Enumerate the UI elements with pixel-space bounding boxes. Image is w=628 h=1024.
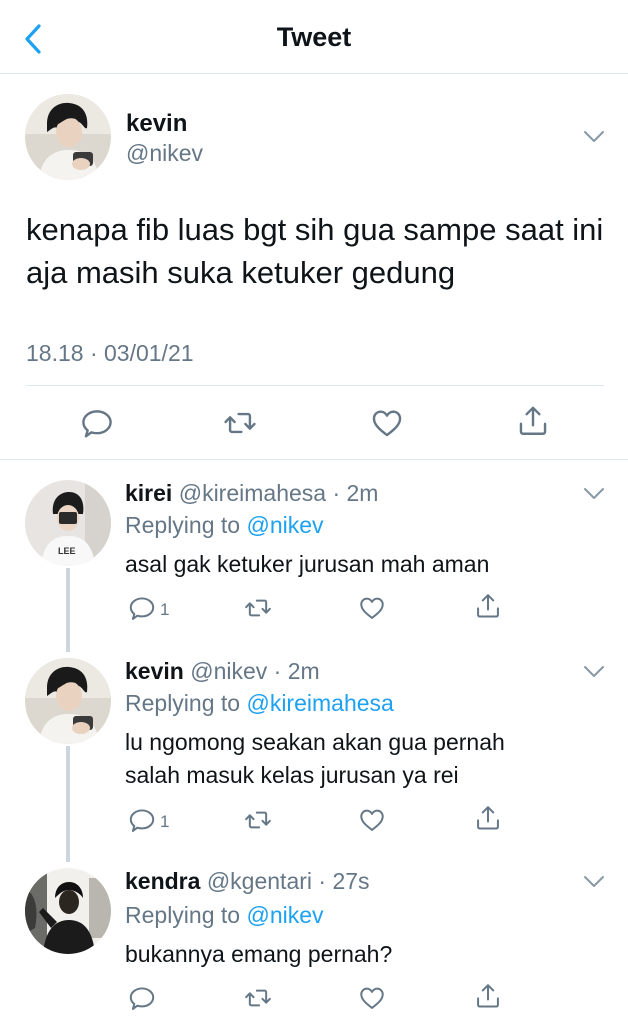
share-button[interactable]	[474, 804, 502, 832]
mention-link[interactable]: @nikev	[246, 512, 323, 538]
retweet-icon	[244, 806, 272, 834]
reply-button[interactable]	[80, 406, 114, 440]
chevron-down-icon	[582, 129, 606, 145]
replying-to-label: Replying to	[125, 690, 241, 716]
reply-count: 1	[160, 812, 170, 831]
replying-to: Replying to @kireimahesa	[125, 690, 394, 717]
author-name[interactable]: kevin	[126, 110, 187, 138]
share-icon	[474, 982, 502, 1010]
author-name[interactable]: kirei	[125, 480, 172, 506]
chevron-down-icon	[582, 664, 606, 680]
reply-icon	[128, 594, 156, 622]
reply-header: kirei @kireimahesa · 2m	[125, 480, 378, 507]
reply-tweet[interactable]: kevin @nikev · 2m Replying to @kireimahe…	[0, 638, 628, 860]
heart-icon	[370, 406, 404, 440]
avatar[interactable]	[25, 94, 111, 180]
retweet-icon	[223, 406, 257, 440]
replying-to: Replying to @nikev	[125, 512, 324, 539]
avatar[interactable]	[25, 658, 111, 744]
chevron-down-icon	[582, 874, 606, 890]
author-handle[interactable]: @kireimahesa · 2m	[179, 480, 379, 506]
retweet-button[interactable]	[244, 806, 272, 834]
reply-header: kendra @kgentari · 27s	[125, 868, 370, 895]
reply-tweet[interactable]: LEE kirei @kireimahesa · 2m Replying to …	[0, 460, 628, 648]
tweet-menu-button[interactable]	[582, 874, 606, 890]
reply-button[interactable]	[128, 984, 156, 1012]
heart-icon	[358, 806, 386, 834]
tweet-menu-button[interactable]	[582, 664, 606, 680]
svg-text:LEE: LEE	[58, 546, 76, 556]
like-button[interactable]	[358, 806, 386, 834]
retweet-button[interactable]	[244, 594, 272, 622]
retweet-icon	[244, 594, 272, 622]
retweet-icon	[244, 984, 272, 1012]
avatar[interactable]	[25, 868, 111, 954]
replying-to: Replying to @nikev	[125, 902, 324, 929]
like-button[interactable]	[358, 984, 386, 1012]
author-name[interactable]: kevin	[125, 658, 184, 684]
divider	[26, 385, 604, 386]
replying-to-label: Replying to	[125, 512, 241, 538]
chevron-down-icon	[582, 486, 606, 502]
like-button[interactable]	[370, 406, 404, 440]
tweet-menu-button[interactable]	[582, 486, 606, 502]
reply-text: bukannya emang pernah?	[125, 941, 393, 967]
share-icon	[474, 804, 502, 832]
share-button[interactable]	[516, 404, 550, 438]
tweet-text: kenapa fib luas bgt sih gua sampe saat i…	[26, 212, 604, 290]
share-icon	[516, 404, 550, 438]
reply-icon	[80, 406, 114, 440]
like-button[interactable]	[358, 594, 386, 622]
reply-icon	[128, 806, 156, 834]
page-title: Tweet	[276, 22, 352, 52]
retweet-button[interactable]	[223, 406, 257, 440]
retweet-button[interactable]	[244, 984, 272, 1012]
reply-text: lu ngomong seakan akan gua pernah salah …	[125, 729, 505, 788]
top-nav-bar: Tweet	[0, 0, 628, 74]
share-button[interactable]	[474, 982, 502, 1010]
reply-tweet[interactable]: kendra @kgentari · 27s Replying to @nike…	[0, 848, 628, 1024]
heart-icon	[358, 984, 386, 1012]
author-handle[interactable]: @kgentari · 27s	[207, 868, 370, 894]
author-handle[interactable]: @nikev · 2m	[190, 658, 319, 684]
author-name[interactable]: kendra	[125, 868, 200, 894]
share-button[interactable]	[474, 592, 502, 620]
tweet-timestamp: 18.18 · 03/01/21	[26, 340, 194, 366]
reply-button[interactable]	[128, 594, 156, 622]
avatar[interactable]: LEE	[25, 480, 111, 566]
replying-to-label: Replying to	[125, 902, 241, 928]
reply-header: kevin @nikev · 2m	[125, 658, 320, 685]
author-handle[interactable]: @nikev	[126, 140, 203, 167]
reply-text: asal gak ketuker jurusan mah aman	[125, 551, 490, 577]
mention-link[interactable]: @kireimahesa	[246, 690, 393, 716]
reply-button[interactable]	[128, 806, 156, 834]
main-tweet: kevin @nikev kenapa fib luas bgt sih gua…	[0, 74, 628, 460]
reply-count: 1	[160, 600, 170, 619]
share-icon	[474, 592, 502, 620]
reply-icon	[128, 984, 156, 1012]
heart-icon	[358, 594, 386, 622]
mention-link[interactable]: @nikev	[246, 902, 323, 928]
tweet-menu-button[interactable]	[582, 129, 606, 145]
